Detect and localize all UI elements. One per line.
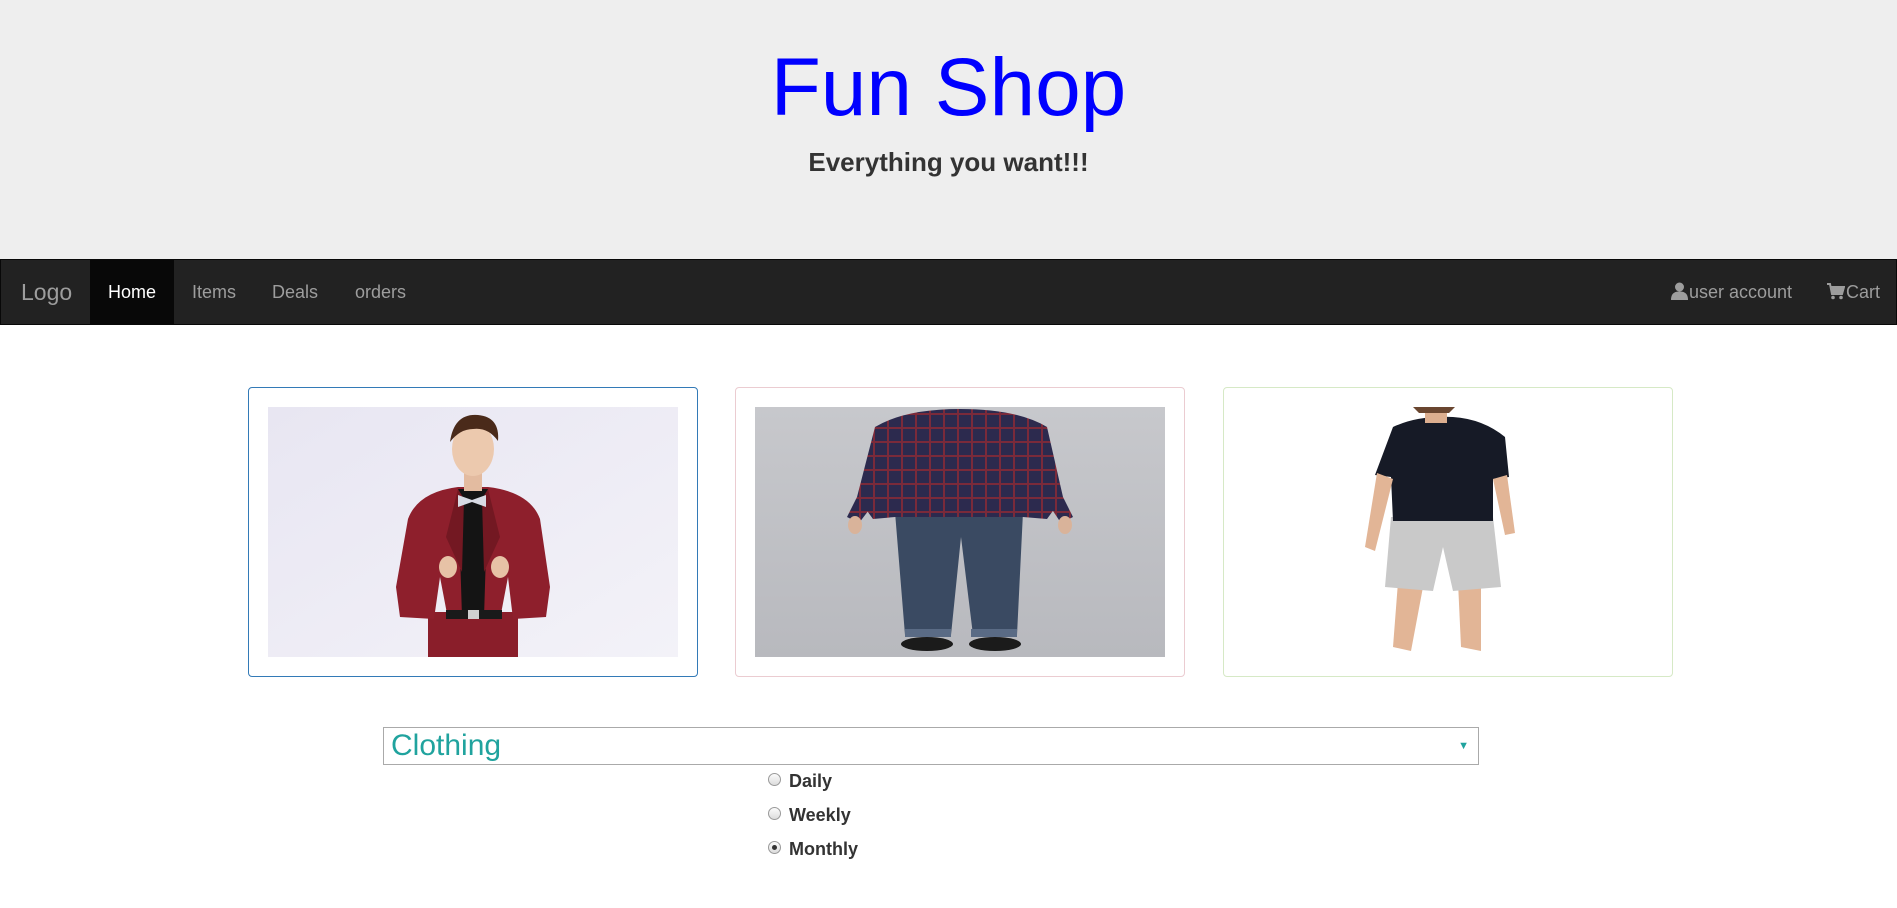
cart-label: Cart <box>1846 282 1881 302</box>
nav-item-user-account[interactable]: user account <box>1671 260 1792 324</box>
navbar-brand-logo[interactable]: Logo <box>21 260 72 324</box>
product-card-1[interactable] <box>248 387 698 677</box>
product-card-2[interactable] <box>735 387 1185 677</box>
radio-monthly[interactable] <box>768 841 781 854</box>
nav-item-items[interactable]: Items <box>192 260 236 324</box>
triangle-down-icon: ▼ <box>1458 740 1469 752</box>
category-select[interactable]: Clothing ▼ <box>383 727 1479 765</box>
product-image-suit[interactable] <box>268 407 678 657</box>
shop-tagline: Everything you want!!! <box>808 147 1089 177</box>
product-image-plaid-shirt[interactable] <box>755 407 1165 657</box>
category-select-value: Clothing <box>391 729 502 762</box>
nav-item-home[interactable]: Home <box>90 260 174 324</box>
product-card-3[interactable] <box>1223 387 1673 677</box>
user-icon <box>1671 262 1688 326</box>
user-account-label: user account <box>1689 282 1793 302</box>
product-cards <box>0 387 1897 678</box>
product-image-tshirt-shorts[interactable] <box>1243 407 1653 657</box>
nav-item-deals[interactable]: Deals <box>272 260 318 324</box>
nav-item-orders[interactable]: orders <box>355 260 406 324</box>
radio-weekly[interactable] <box>768 807 781 820</box>
radio-daily-label: Daily <box>789 771 833 791</box>
header-banner: Fun Shop Everything you want!!! <box>0 0 1897 259</box>
shop-title: Fun Shop <box>770 42 1127 133</box>
nav-item-cart[interactable]: Cart <box>1827 260 1880 324</box>
radio-monthly-label: Monthly <box>789 839 858 859</box>
navbar: Logo Home Items Deals orders user accoun… <box>0 259 1897 325</box>
cart-icon <box>1827 262 1846 326</box>
radio-daily[interactable] <box>768 773 781 786</box>
radio-weekly-label: Weekly <box>789 805 851 825</box>
